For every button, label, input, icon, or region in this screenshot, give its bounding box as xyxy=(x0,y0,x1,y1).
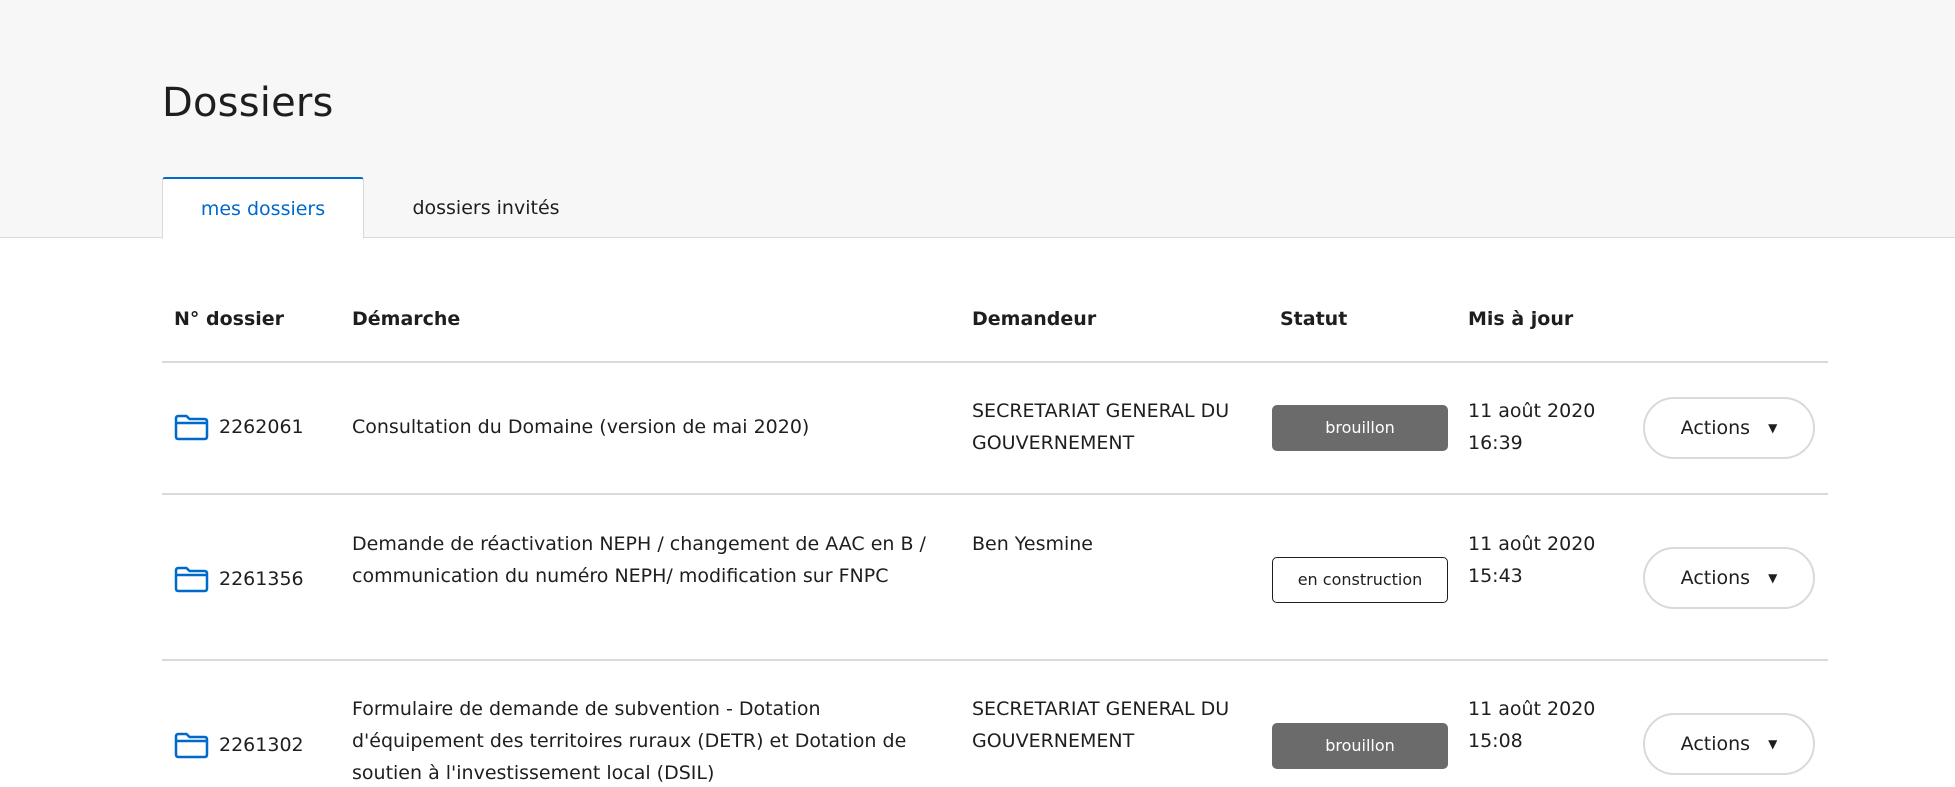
actions-cell: Actions ▼ xyxy=(1643,397,1815,459)
actions-cell: Actions ▼ xyxy=(1643,713,1815,775)
header-updated[interactable]: Mis à jour xyxy=(1468,308,1573,330)
page-header: Dossiers mes dossiers dossiers invités xyxy=(0,0,1955,239)
demandeur-cell: Ben Yesmine xyxy=(972,533,1093,555)
caret-down-icon: ▼ xyxy=(1768,421,1778,435)
updated-date: 11 août 2020 xyxy=(1468,698,1596,720)
updated-cell: 11 août 2020 15:43 xyxy=(1468,528,1628,592)
table-row[interactable]: 2261356 Demande de réactivation NEPH / c… xyxy=(162,495,1828,661)
header-demarche[interactable]: Démarche xyxy=(352,308,460,330)
header-number[interactable]: N° dossier xyxy=(174,308,284,330)
updated-time: 15:43 xyxy=(1468,565,1523,587)
table-header: N° dossier Démarche Demandeur Statut Mis… xyxy=(162,290,1828,363)
folder-icon xyxy=(174,414,209,440)
updated-cell: 11 août 2020 15:08 xyxy=(1468,693,1628,757)
actions-cell: Actions ▼ xyxy=(1643,547,1815,609)
status-cell: brouillon xyxy=(1272,405,1448,451)
updated-date: 11 août 2020 xyxy=(1468,400,1596,422)
caret-down-icon: ▼ xyxy=(1768,571,1778,585)
actions-label: Actions xyxy=(1680,567,1751,589)
dossier-number[interactable]: 2261356 xyxy=(219,563,304,595)
actions-dropdown-button[interactable]: Actions ▼ xyxy=(1643,713,1815,775)
header-statut[interactable]: Statut xyxy=(1280,308,1347,330)
table-row[interactable]: 2262061 Consultation du Domaine (version… xyxy=(162,363,1828,495)
tab-dossiers-invites[interactable]: dossiers invités xyxy=(364,177,608,239)
dossier-number[interactable]: 2262061 xyxy=(219,411,304,443)
header-demandeur[interactable]: Demandeur xyxy=(972,308,1096,330)
demarche-cell[interactable]: Consultation du Domaine (version de mai … xyxy=(352,411,952,443)
table-row[interactable]: 2261302 Formulaire de demande de subvent… xyxy=(162,661,1828,787)
caret-down-icon: ▼ xyxy=(1768,737,1778,751)
actions-label: Actions xyxy=(1680,417,1751,439)
demarche-cell[interactable]: Formulaire de demande de subvention - Do… xyxy=(352,693,952,787)
folder-icon xyxy=(174,566,209,592)
status-badge: brouillon xyxy=(1272,723,1448,769)
demarche-cell[interactable]: Demande de réactivation NEPH / changemen… xyxy=(352,528,952,592)
demandeur-cell: SECRETARIAT GENERAL DU GOUVERNEMENT xyxy=(972,400,1230,454)
tab-mes-dossiers[interactable]: mes dossiers xyxy=(162,177,364,239)
dossier-number-cell[interactable]: 2261302 xyxy=(174,729,304,761)
dossier-number[interactable]: 2261302 xyxy=(219,729,304,761)
updated-time: 16:39 xyxy=(1468,432,1523,454)
status-badge: brouillon xyxy=(1272,405,1448,451)
tab-bar: mes dossiers dossiers invités xyxy=(162,177,608,239)
status-cell: brouillon xyxy=(1272,723,1448,769)
updated-cell: 11 août 2020 16:39 xyxy=(1468,395,1628,459)
updated-date: 11 août 2020 xyxy=(1468,533,1596,555)
dossiers-table: N° dossier Démarche Demandeur Statut Mis… xyxy=(162,290,1828,787)
dossier-number-cell[interactable]: 2261356 xyxy=(174,563,304,595)
actions-dropdown-button[interactable]: Actions ▼ xyxy=(1643,547,1815,609)
status-badge: en construction xyxy=(1272,557,1448,603)
actions-label: Actions xyxy=(1680,733,1751,755)
page-title: Dossiers xyxy=(162,80,334,126)
demandeur-cell: SECRETARIAT GENERAL DU GOUVERNEMENT xyxy=(972,698,1230,752)
actions-dropdown-button[interactable]: Actions ▼ xyxy=(1643,397,1815,459)
status-cell: en construction xyxy=(1272,557,1448,603)
updated-time: 15:08 xyxy=(1468,730,1523,752)
folder-icon xyxy=(174,732,209,758)
dossier-number-cell[interactable]: 2262061 xyxy=(174,411,304,443)
